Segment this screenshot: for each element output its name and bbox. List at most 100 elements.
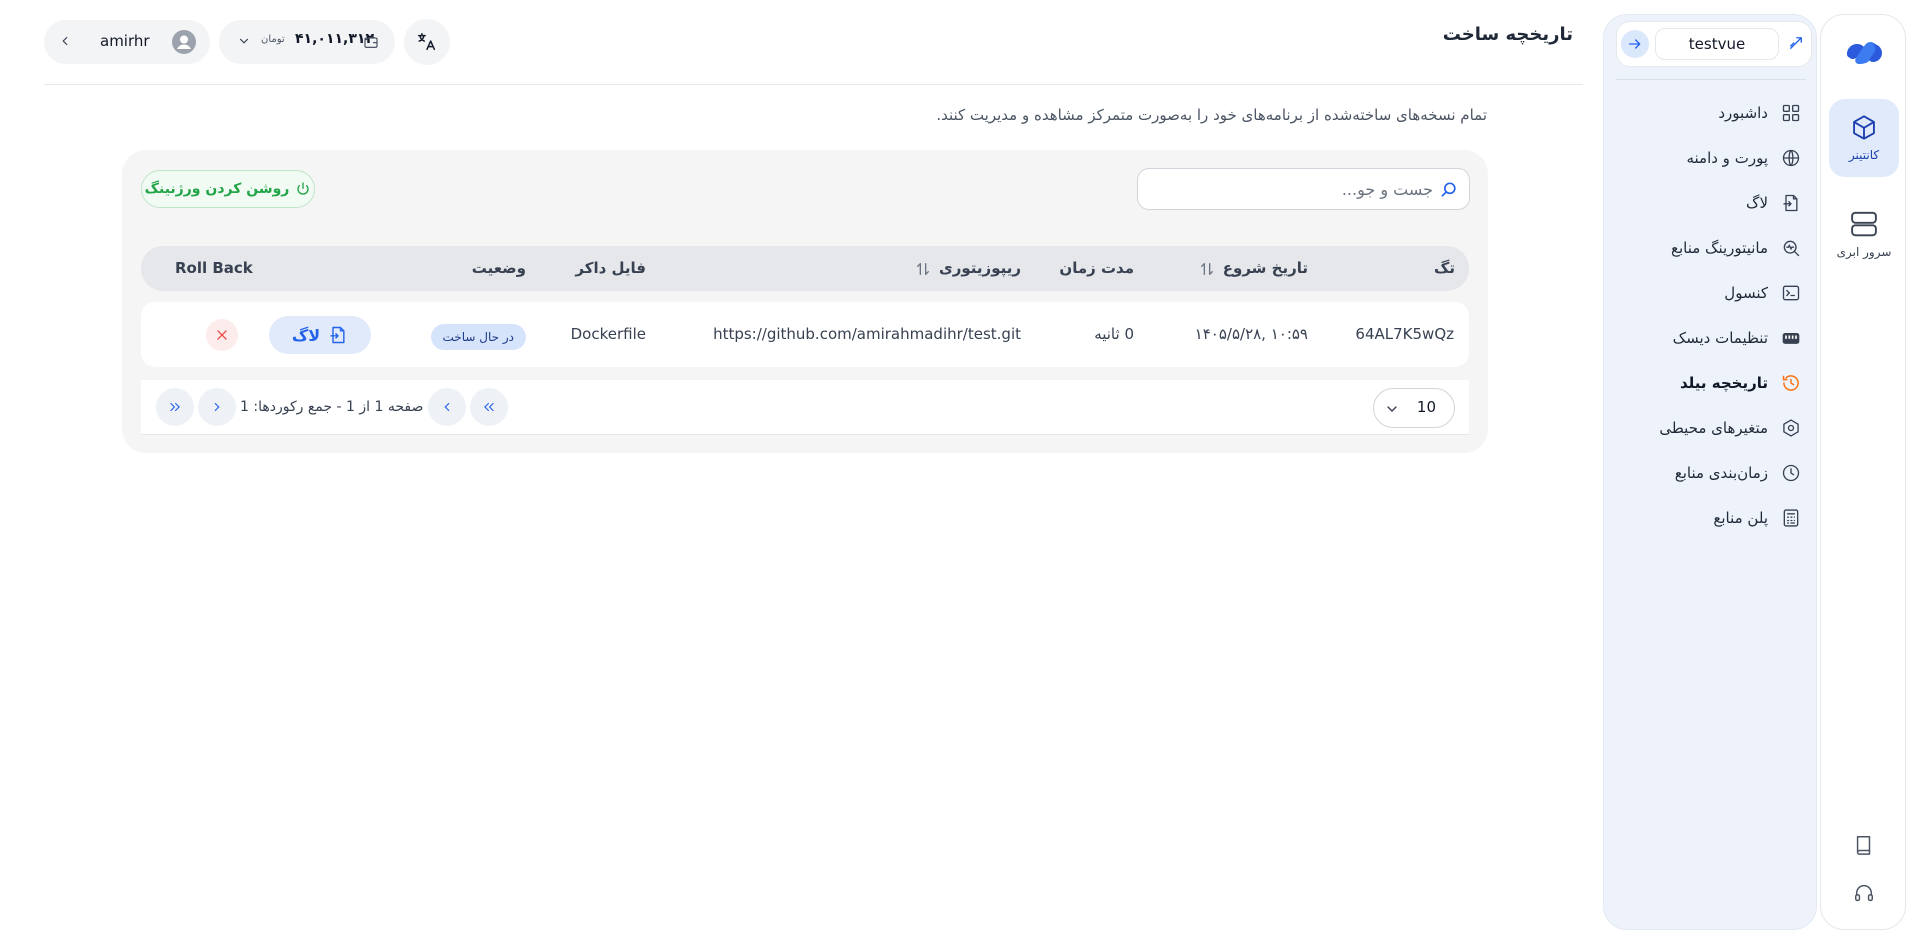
log-file-icon bbox=[1780, 192, 1802, 214]
last-page-button[interactable] bbox=[156, 388, 194, 426]
page-size-value: 10 bbox=[1416, 398, 1436, 416]
hexagon-icon bbox=[1780, 417, 1802, 439]
versioning-label: روشن کردن ورژنینگ bbox=[144, 181, 290, 197]
monitoring-icon bbox=[1780, 237, 1802, 259]
column-repository[interactable]: ریپوزیتوری bbox=[915, 246, 1021, 291]
table-header: تگ تاریخ شروع مدت زمان ریپوزیتوری فایل د… bbox=[141, 246, 1469, 291]
sidebar-item-monitoring[interactable]: مانیتورینگ منابع bbox=[1671, 228, 1802, 268]
cell-start-date: ۱۴۰۵/۵/۲۸, ۱۰:۵۹ bbox=[1194, 325, 1308, 343]
sidebar-item-label: پلن منابع bbox=[1713, 509, 1768, 527]
rail-item-container[interactable]: کانتینر bbox=[1829, 99, 1899, 177]
chevrons-left-icon bbox=[482, 400, 496, 414]
chevron-right-icon bbox=[210, 400, 224, 414]
chevron-down-icon bbox=[1384, 401, 1400, 417]
arrow-right-icon[interactable] bbox=[1621, 30, 1649, 58]
build-history-card: روشن کردن ورژنینگ تگ تاریخ شروع مدت زمان… bbox=[122, 150, 1488, 453]
sidebar-item-console[interactable]: کنسول bbox=[1724, 273, 1802, 313]
sidebar-item-env-variables[interactable]: متغیرهای محیطی bbox=[1659, 408, 1802, 448]
sidebar-item-port-domain[interactable]: پورت و دامنه bbox=[1686, 138, 1802, 178]
project-selector: testvue bbox=[1616, 21, 1812, 67]
rail-item-label: سرور ابری bbox=[1836, 245, 1892, 259]
icon-rail: کانتینر سرور ابری bbox=[1820, 14, 1906, 930]
clock-icon bbox=[1780, 462, 1802, 484]
header-divider bbox=[44, 84, 1583, 85]
sort-icon[interactable] bbox=[915, 261, 931, 277]
rail-item-label: کانتینر bbox=[1848, 148, 1880, 162]
pagination: 10 صفحه 1 از 1 - جمع رکوردها: 1 bbox=[141, 380, 1469, 435]
cell-tag: 64AL7K5wQz bbox=[1355, 325, 1454, 343]
close-icon bbox=[215, 328, 229, 342]
search-icon bbox=[1439, 180, 1459, 200]
book-icon[interactable] bbox=[1848, 829, 1880, 861]
enable-versioning-button[interactable]: روشن کردن ورژنینگ bbox=[141, 170, 315, 208]
cell-dockerfile: Dockerfile bbox=[570, 325, 646, 343]
user-name: amirhr bbox=[100, 32, 150, 50]
chevron-left-icon bbox=[440, 400, 454, 414]
sort-icon[interactable] bbox=[1199, 261, 1215, 277]
swap-icon[interactable] bbox=[1785, 32, 1807, 54]
grid-icon bbox=[1780, 102, 1802, 124]
column-label: ریپوزیتوری bbox=[939, 259, 1021, 277]
sidebar-item-dashboard[interactable]: داشبورد bbox=[1718, 93, 1802, 133]
column-start-date[interactable]: تاریخ شروع bbox=[1199, 246, 1308, 291]
log-button-label: لاگ bbox=[291, 325, 321, 345]
sidebar-item-label: زمان‌بندی منابع bbox=[1674, 464, 1768, 482]
chevron-down-icon bbox=[237, 34, 251, 48]
column-duration: مدت زمان bbox=[1059, 259, 1134, 277]
wallet-icon bbox=[363, 34, 379, 50]
sidebar-item-label: کنسول bbox=[1724, 284, 1768, 302]
language-toggle-button[interactable] bbox=[404, 19, 450, 65]
calculator-icon bbox=[1780, 507, 1802, 529]
disk-icon bbox=[1780, 327, 1802, 349]
cell-duration: 0 ثانیه bbox=[1094, 325, 1134, 343]
headset-icon[interactable] bbox=[1848, 877, 1880, 909]
log-file-icon bbox=[328, 325, 348, 345]
sidebar-item-label: مانیتورینگ منابع bbox=[1670, 239, 1768, 257]
sidebar-item-label: داشبورد bbox=[1718, 104, 1768, 122]
search-box bbox=[1137, 168, 1470, 210]
rail-item-cloud-server[interactable]: سرور ابری bbox=[1829, 195, 1899, 273]
sidebar-item-label: تاریخچه بیلد bbox=[1679, 374, 1768, 392]
rollback-button[interactable] bbox=[206, 319, 238, 351]
sidebar-item-resource-plan[interactable]: پلن منابع bbox=[1713, 498, 1802, 538]
table-row: 64AL7K5wQz ۱۴۰۵/۵/۲۸, ۱۰:۵۹ 0 ثانیه http… bbox=[141, 302, 1469, 367]
server-icon bbox=[1849, 209, 1879, 239]
cube-icon bbox=[1850, 114, 1878, 142]
column-rollback: Roll Back bbox=[175, 259, 253, 277]
sidebar-item-log[interactable]: لاگ bbox=[1746, 183, 1802, 223]
first-page-button[interactable] bbox=[470, 388, 508, 426]
pagination-summary: صفحه 1 از 1 - جمع رکوردها: 1 bbox=[240, 399, 424, 415]
log-button[interactable]: لاگ bbox=[269, 316, 371, 354]
wallet-balance[interactable]: تومان ۴۱,۰۱۱,۳۱۲ bbox=[219, 20, 395, 64]
user-menu[interactable]: amirhr bbox=[44, 20, 210, 64]
previous-page-button[interactable] bbox=[428, 388, 466, 426]
page-size-select[interactable]: 10 bbox=[1373, 388, 1455, 428]
sidebar-item-label: لاگ bbox=[1746, 194, 1768, 212]
search-input[interactable] bbox=[1153, 169, 1433, 209]
project-name[interactable]: testvue bbox=[1655, 28, 1779, 60]
cell-repository[interactable]: https://github.com/amirahmadihr/test.git bbox=[713, 302, 1021, 367]
logo-icon[interactable] bbox=[1839, 27, 1889, 77]
history-icon bbox=[1780, 372, 1802, 394]
page-subtitle: تمام نسخه‌های ساخته‌شده از برنامه‌های خو… bbox=[936, 106, 1487, 124]
side-menu: testvue داشبورد پورت و دامنه لاگ مانیتور… bbox=[1603, 14, 1817, 930]
status-badge: در حال ساخت bbox=[430, 324, 526, 350]
page-title: تاریخچه ساخت bbox=[1442, 24, 1573, 45]
sidebar-item-resource-schedule[interactable]: زمان‌بندی منابع bbox=[1675, 453, 1802, 493]
avatar bbox=[172, 30, 196, 54]
sidebar-item-build-history[interactable]: تاریخچه بیلد bbox=[1680, 363, 1802, 403]
sidebar-item-label: متغیرهای محیطی bbox=[1659, 419, 1768, 437]
column-status: وضعیت bbox=[471, 259, 526, 277]
chevron-left-icon bbox=[58, 34, 72, 48]
power-icon bbox=[295, 181, 311, 197]
globe-icon bbox=[1780, 147, 1802, 169]
currency-label: تومان bbox=[261, 34, 285, 45]
sidebar-item-label: تنظیمات دیسک bbox=[1672, 329, 1768, 347]
column-tag: تگ bbox=[1434, 259, 1455, 277]
translate-icon bbox=[416, 31, 438, 53]
column-label: تاریخ شروع bbox=[1222, 259, 1308, 277]
sidebar-item-label: پورت و دامنه bbox=[1686, 149, 1768, 167]
divider bbox=[1616, 79, 1806, 80]
next-page-button[interactable] bbox=[198, 388, 236, 426]
sidebar-item-disk-settings[interactable]: تنظیمات دیسک bbox=[1673, 318, 1802, 358]
